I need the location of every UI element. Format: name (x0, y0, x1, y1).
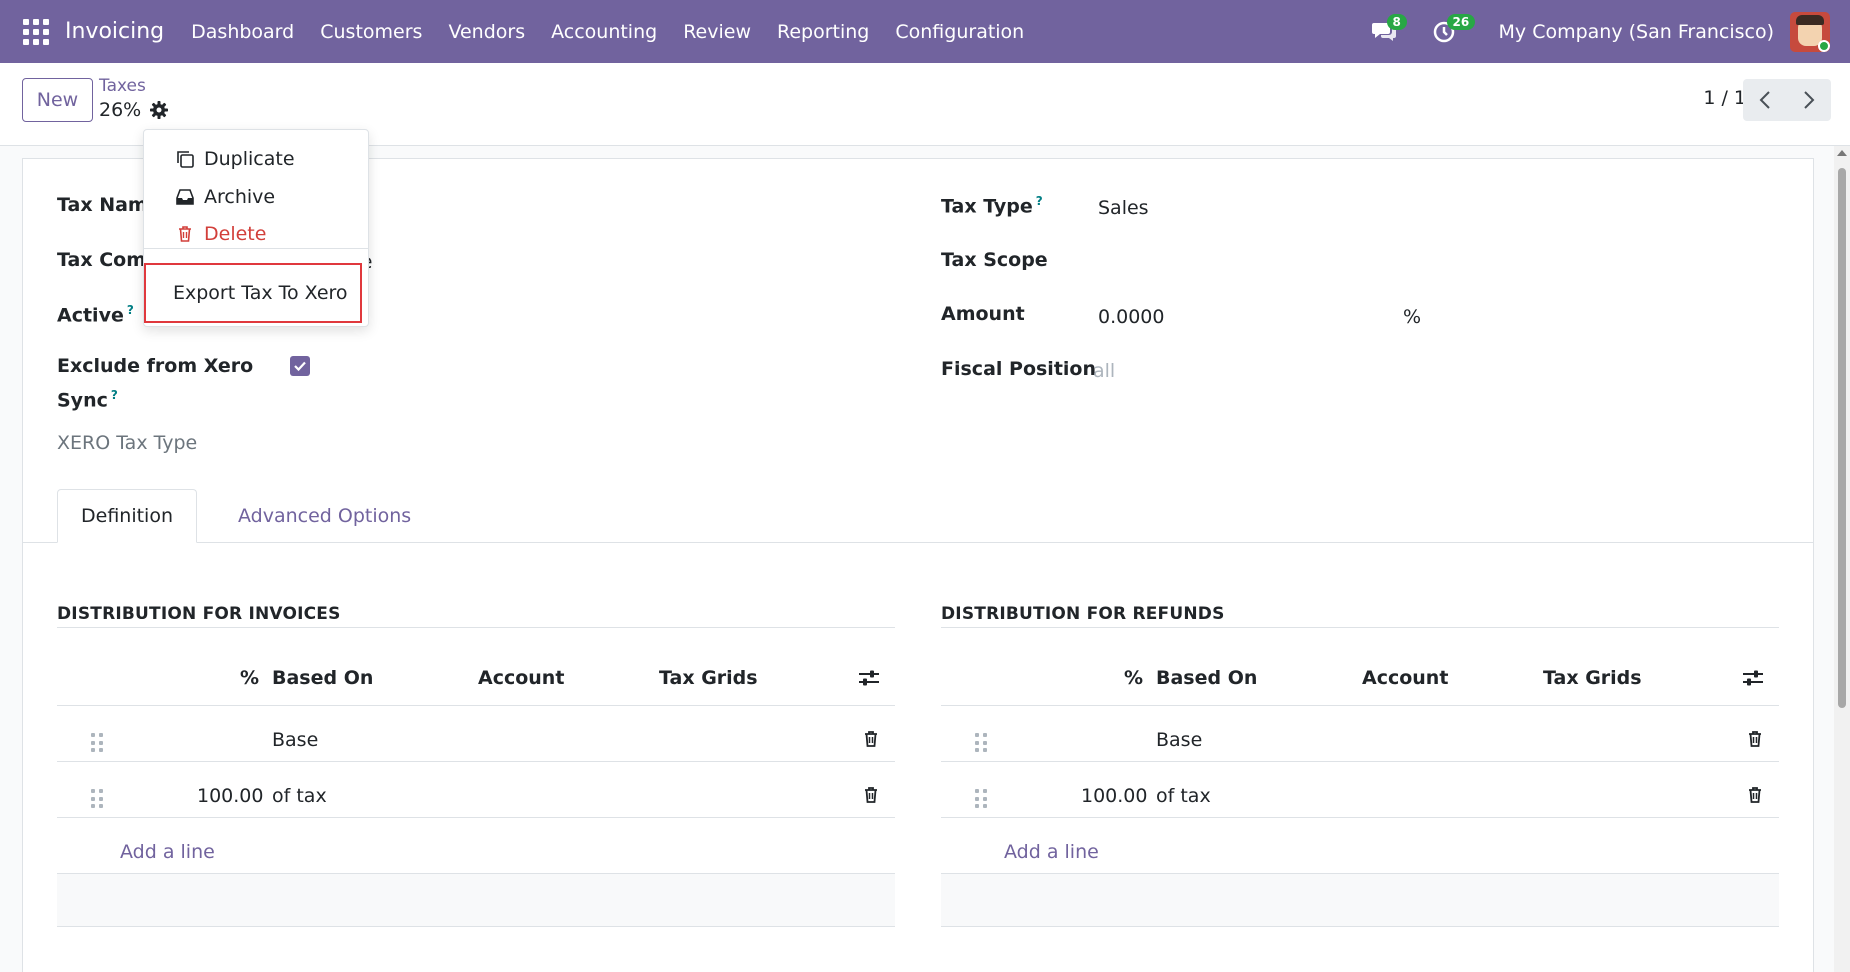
vertical-scrollbar[interactable] (1834, 146, 1850, 972)
row-percent[interactable]: 100.00 (197, 785, 263, 807)
tab-definition[interactable]: Definition (57, 489, 198, 543)
active-label: Active? (57, 303, 134, 327)
column-settings-icon[interactable] (857, 668, 881, 688)
pager-previous-button[interactable] (1743, 79, 1787, 121)
main-menu: Dashboard Customers Vendors Accounting R… (178, 21, 1037, 43)
scroll-up-arrow-icon[interactable] (1837, 150, 1847, 156)
pager-next-button[interactable] (1787, 79, 1831, 121)
column-header-tax-grids[interactable]: Tax Grids (1543, 667, 1642, 689)
action-dropdown-menu: Duplicate Archive Delete Export Tax To X… (143, 129, 369, 327)
breadcrumb-current: 26% (99, 99, 169, 121)
row-based-on[interactable]: of tax (272, 785, 327, 807)
drag-handle-icon[interactable] (91, 733, 103, 753)
menu-configuration[interactable]: Configuration (882, 21, 1037, 43)
fiscal-position-label: Fiscal Position (941, 358, 1096, 380)
exclude-xero-sync-label: Exclude from Xero Sync? (57, 355, 254, 412)
drag-handle-icon[interactable] (975, 789, 987, 809)
notebook-tabs: Definition Advanced Options (23, 489, 1813, 543)
drag-handle-icon[interactable] (975, 733, 987, 753)
column-header-based-on[interactable]: Based On (1156, 667, 1257, 689)
invoices-section-title: DISTRIBUTION FOR INVOICES (57, 604, 341, 624)
top-navbar: Invoicing Dashboard Customers Vendors Ac… (0, 0, 1850, 63)
row-based-on[interactable]: Base (1156, 729, 1202, 751)
menu-reporting[interactable]: Reporting (764, 21, 882, 43)
amount-input[interactable]: 0.0000 (1098, 306, 1164, 328)
xero-tax-type-label: XERO Tax Type (57, 432, 198, 454)
duplicate-menu-item[interactable]: Duplicate (144, 141, 368, 177)
checkmark-icon (294, 361, 306, 372)
amount-label: Amount (941, 303, 1025, 325)
table-footer (57, 874, 895, 926)
refunds-section-title: DISTRIBUTION FOR REFUNDS (941, 604, 1225, 624)
row-percent[interactable]: 100.00 (1081, 785, 1147, 807)
column-settings-icon[interactable] (1741, 668, 1765, 688)
record-title: 26% (99, 99, 142, 121)
user-avatar[interactable] (1790, 11, 1830, 52)
column-header-account[interactable]: Account (1362, 667, 1448, 689)
trash-icon[interactable] (1746, 729, 1764, 749)
inbox-icon (174, 186, 196, 208)
delete-menu-item[interactable]: Delete (144, 216, 368, 252)
copy-icon (174, 148, 196, 170)
menu-dashboard[interactable]: Dashboard (178, 21, 307, 43)
invoices-distribution-table: % Based On Account Tax Grids Base 100.00… (57, 649, 895, 949)
apps-menu-icon[interactable] (23, 18, 49, 45)
amount-unit: % (1403, 306, 1422, 328)
column-header-based-on[interactable]: Based On (272, 667, 373, 689)
add-line-link[interactable]: Add a line (120, 841, 215, 863)
tab-advanced-options[interactable]: Advanced Options (215, 489, 434, 543)
app-name[interactable]: Invoicing (65, 19, 164, 44)
menu-divider (144, 248, 368, 249)
messages-button[interactable]: 8 (1369, 13, 1407, 47)
trash-icon[interactable] (1746, 785, 1764, 805)
tax-type-label: Tax Type? (941, 194, 1043, 218)
exclude-xero-sync-checkbox[interactable] (290, 356, 310, 376)
new-button[interactable]: New (22, 78, 93, 122)
help-icon[interactable]: ? (111, 388, 118, 402)
activities-count-badge: 26 (1446, 13, 1476, 30)
gear-icon[interactable] (149, 100, 169, 120)
export-tax-to-xero-menu-item[interactable]: Export Tax To Xero (144, 263, 362, 323)
drag-handle-icon[interactable] (91, 789, 103, 809)
column-header-tax-grids[interactable]: Tax Grids (659, 667, 758, 689)
column-header-account[interactable]: Account (478, 667, 564, 689)
company-switcher[interactable]: My Company (San Francisco) (1499, 21, 1774, 43)
row-based-on[interactable]: Base (272, 729, 318, 751)
activities-button[interactable]: 26 (1429, 13, 1476, 47)
online-status-icon (1818, 39, 1830, 52)
row-based-on[interactable]: of tax (1156, 785, 1211, 807)
add-line-link[interactable]: Add a line (1004, 841, 1099, 863)
trash-icon (174, 223, 196, 245)
refunds-distribution-table: % Based On Account Tax Grids Base 100.00… (941, 649, 1779, 949)
menu-accounting[interactable]: Accounting (538, 21, 670, 43)
scrollbar-thumb[interactable] (1838, 168, 1846, 708)
archive-menu-item[interactable]: Archive (144, 179, 368, 215)
messages-count-badge: 8 (1386, 13, 1407, 30)
menu-vendors[interactable]: Vendors (435, 21, 538, 43)
help-icon[interactable]: ? (1036, 194, 1043, 208)
section-divider (57, 627, 895, 628)
tax-type-value[interactable]: Sales (1098, 197, 1149, 219)
section-divider (941, 627, 1779, 628)
trash-icon[interactable] (862, 785, 880, 805)
tax-scope-label: Tax Scope (941, 249, 1048, 271)
fiscal-position-input[interactable]: all (1093, 360, 1115, 382)
table-footer (941, 874, 1779, 926)
breadcrumb-taxes[interactable]: Taxes (99, 76, 146, 96)
menu-customers[interactable]: Customers (307, 21, 435, 43)
chevron-left-icon (1759, 91, 1770, 109)
help-icon[interactable]: ? (127, 303, 134, 317)
trash-icon[interactable] (862, 729, 880, 749)
pager-value[interactable]: 1 / 1 (1703, 87, 1746, 109)
column-header-percent[interactable]: % (1124, 667, 1143, 689)
column-header-percent[interactable]: % (240, 667, 259, 689)
menu-review[interactable]: Review (670, 21, 764, 43)
chevron-right-icon (1804, 91, 1815, 109)
